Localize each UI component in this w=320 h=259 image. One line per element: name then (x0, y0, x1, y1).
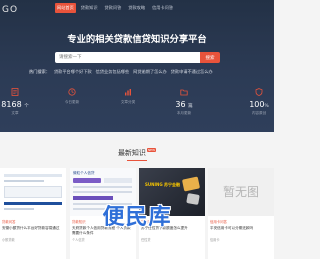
article-desc: 小额贷款 (2, 238, 15, 242)
stat-value: 100% (249, 100, 269, 109)
folder-icon (169, 88, 199, 98)
stat-original: 100% 内容原创 (244, 88, 274, 116)
new-badge: NEW (146, 148, 157, 152)
site-logo[interactable]: GO (2, 5, 18, 15)
stat-articles: 8168 个 文章 (0, 88, 30, 116)
hot-search-link[interactable]: 贷款申请不通过怎么办 (171, 69, 213, 75)
stat-label: 今日更新 (64, 100, 80, 104)
hot-search-link[interactable]: 信贷业务包括哪些 (96, 69, 130, 75)
article-desc: 信用卡 (210, 238, 220, 242)
stat-label: 文章 (11, 111, 19, 115)
hot-searches: 热门搜索： 贷款平台哪个好下款 信贷业务包括哪些 网贷逾期了怎么办 贷款申请不通… (29, 69, 213, 75)
search-input[interactable] (55, 52, 200, 63)
hot-search-link[interactable]: 贷款平台哪个好下款 (54, 69, 92, 75)
stat-categories: 文章分类 (113, 88, 143, 105)
hot-search-label: 热门搜索： (29, 69, 50, 74)
shield-icon (244, 88, 274, 98)
article-desc: 个人信贷 (72, 238, 85, 242)
thumbnail-caption: SUNING 苏宁金融 (145, 182, 180, 187)
section-title: 最新知识 NEW (117, 148, 157, 157)
search-button[interactable]: 搜索 (200, 52, 220, 63)
watermark: 便民库 (102, 205, 172, 230)
hot-search-link[interactable]: 网贷逾期了怎么办 (133, 69, 167, 75)
search-bar: 搜索 (55, 52, 220, 63)
nav-item-loan-guide[interactable]: 贷款攻略 (126, 3, 147, 13)
stat-value: 36 篇 (175, 100, 193, 109)
stat-monthly: 36 篇 本月更新 (169, 88, 199, 116)
stat-label: 内容原创 (251, 111, 267, 115)
article-desc: 任性贷 (141, 238, 151, 242)
article-icon (0, 88, 30, 98)
nav-item-loan-qa[interactable]: 贷款问答 (103, 3, 124, 13)
stat-label: 本月更新 (176, 111, 192, 115)
stat-today: 今日更新 (57, 88, 87, 105)
hero-banner: GO 网站首页 贷款知识 贷款问答 贷款攻略 信用卡问答 专业的相关贷款信贷知识… (0, 0, 274, 132)
main-nav: 网站首页 贷款知识 贷款问答 贷款攻略 信用卡问答 (55, 3, 175, 13)
stat-label: 文章分类 (120, 100, 136, 104)
clock-icon (57, 88, 87, 98)
site-stats: 8168 个 文章 今日更新 文章分类 36 篇 本月更新 100% 内容原创 (0, 88, 274, 128)
thumbnail-caption: 微粒个人信贷 (73, 171, 95, 175)
nav-item-home[interactable]: 网站首页 (55, 3, 76, 13)
stat-value: 8168 个 (1, 100, 29, 109)
no-image-placeholder: 暂无图 (222, 185, 259, 199)
nav-item-creditcard-qa[interactable]: 信用卡问答 (150, 3, 175, 13)
section-divider (127, 160, 147, 161)
nav-item-loan-knowledge[interactable]: 贷款知识 (79, 3, 100, 13)
hero-headline: 专业的相关贷款信贷知识分享平台 (67, 34, 207, 45)
chart-icon (113, 88, 143, 98)
